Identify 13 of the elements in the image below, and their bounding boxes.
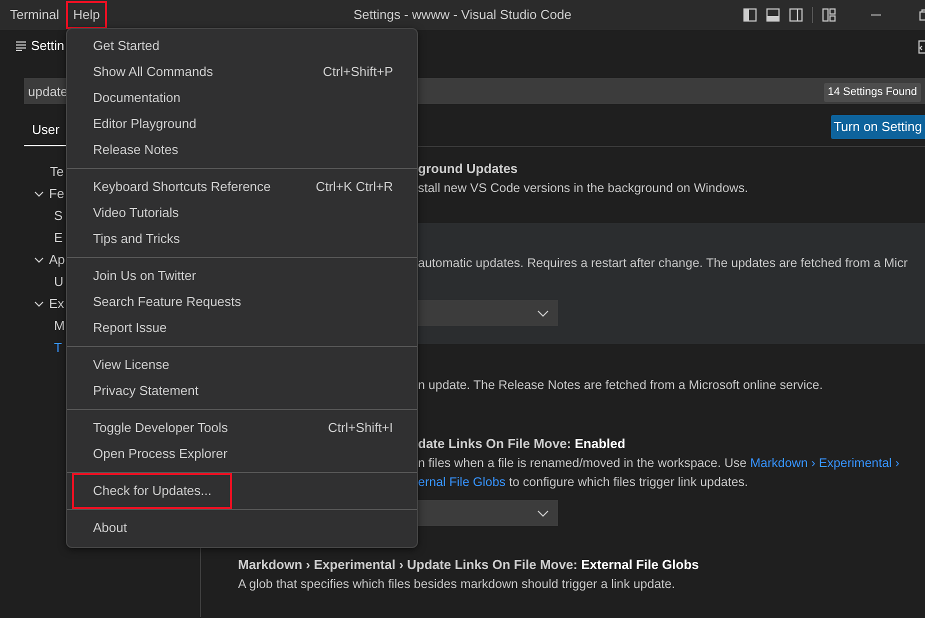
shortcut-label: Ctrl+Shift+I <box>328 419 393 438</box>
setting-description: automatic updates. Requires a restart after change. The updates are fetched from a Micr <box>418 255 908 272</box>
setting-description: A glob that specifies which files besides markdown should trigger a link update. <box>238 576 676 593</box>
shortcut-label: Ctrl+K Ctrl+R <box>316 178 393 196</box>
setting-title: date Links On File Move: Enabled <box>418 435 626 453</box>
setting-description: stall new VS Code versions in the background on Windows. <box>418 180 748 197</box>
setting-description: ernal File Globs to configure which files trigger link updates. <box>418 474 748 491</box>
window-title: Settings - wwww - Visual Studio Code <box>354 7 572 22</box>
setting-title: ground Updates <box>418 160 518 178</box>
setting-description: n files when a file is renamed/moved in the workspace. Use Markdown › Experimental › <box>418 455 900 472</box>
setting-title: Markdown › Experimental › Update Links On File Move: External File Globs <box>238 556 699 574</box>
result-count: 14 Settings Found <box>824 83 921 102</box>
setting-description: n update. The Release Notes are fetched from a Microsoft online service. <box>418 377 823 394</box>
